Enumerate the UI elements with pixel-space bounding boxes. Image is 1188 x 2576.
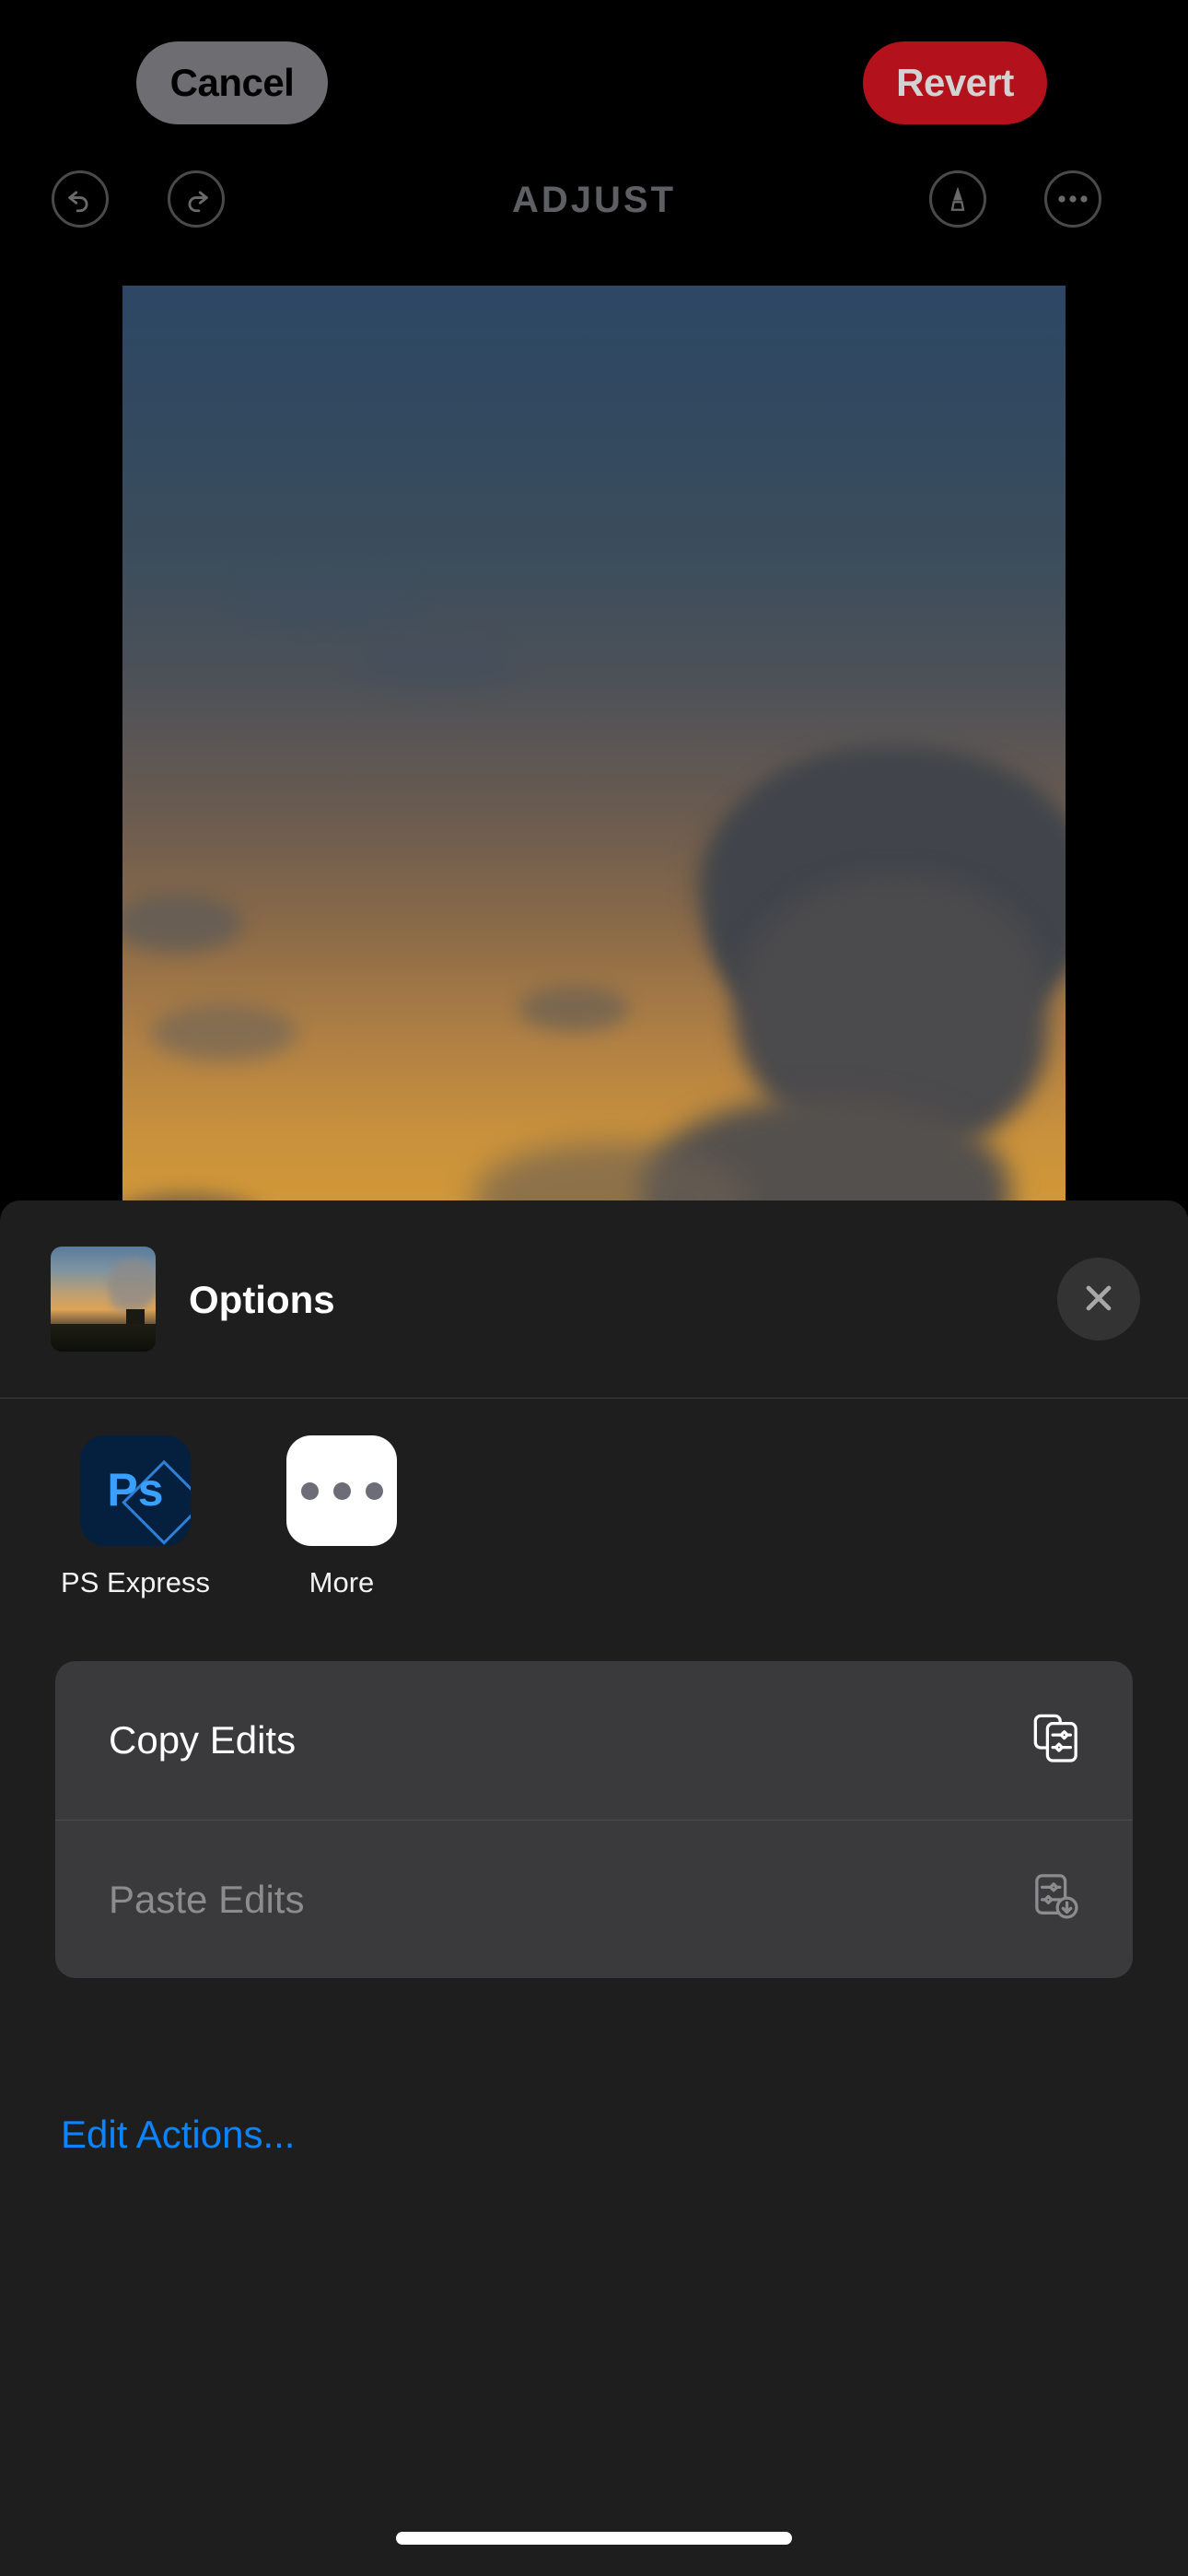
dot <box>300 1481 319 1500</box>
share-target-label: More <box>309 1566 375 1598</box>
svg-text:Ps: Ps <box>107 1464 163 1516</box>
cancel-button[interactable]: Cancel <box>136 41 328 124</box>
paste-edits-label: Paste Edits <box>109 1877 305 1921</box>
close-x-icon <box>1078 1278 1119 1321</box>
more-ellipsis-icon <box>286 1435 397 1546</box>
share-app-row: Ps PS Express More <box>0 1435 1188 1599</box>
markup-pen-icon <box>941 182 974 216</box>
edit-mode-title: ADJUST <box>511 180 677 220</box>
copy-edits-row[interactable]: Copy Edits <box>55 1661 1133 1820</box>
copy-edits-label: Copy Edits <box>109 1718 297 1762</box>
top-action-bar: Cancel Revert <box>0 0 1188 166</box>
thumbnail-skyline <box>51 1324 156 1352</box>
paste-edits-row: Paste Edits <box>55 1820 1133 1978</box>
revert-button[interactable]: Revert <box>863 41 1047 124</box>
copy-edits-icon <box>1033 1714 1079 1768</box>
home-indicator[interactable] <box>396 2532 792 2545</box>
edit-toolbar: ADJUST <box>0 170 1188 272</box>
edit-actions-link[interactable]: Edit Actions... <box>61 2113 295 2157</box>
sheet-title: Options <box>189 1277 335 1321</box>
dot <box>332 1481 351 1500</box>
ellipsis-icon <box>1056 193 1089 205</box>
photo-cloud <box>233 571 417 621</box>
photoshop-express-icon: Ps <box>80 1435 191 1546</box>
action-list: Copy Edits Paste Edits <box>55 1661 1133 1978</box>
photo-canvas[interactable] <box>122 286 1066 1229</box>
photo-cloud <box>518 986 629 1032</box>
options-share-sheet: Options Ps PS Express More Copy Edits Pa… <box>0 1200 1188 2576</box>
sheet-header: Options <box>0 1200 1188 1399</box>
paste-edits-icon <box>1033 1872 1079 1926</box>
dot <box>365 1481 383 1500</box>
photo-editor-screen: Cancel Revert ADJUST Options Ps PS Expre… <box>0 0 1188 2576</box>
photo-thumbnail <box>51 1247 156 1352</box>
photo-cloud <box>353 645 518 687</box>
share-target-more[interactable]: More <box>245 1435 438 1599</box>
share-target-label: PS Express <box>61 1566 210 1598</box>
photo-cloud <box>150 1004 297 1061</box>
more-options-button[interactable] <box>1044 170 1101 228</box>
markup-button[interactable] <box>929 170 986 228</box>
close-button[interactable] <box>1057 1258 1140 1341</box>
share-target-ps-express[interactable]: Ps PS Express <box>39 1435 232 1599</box>
